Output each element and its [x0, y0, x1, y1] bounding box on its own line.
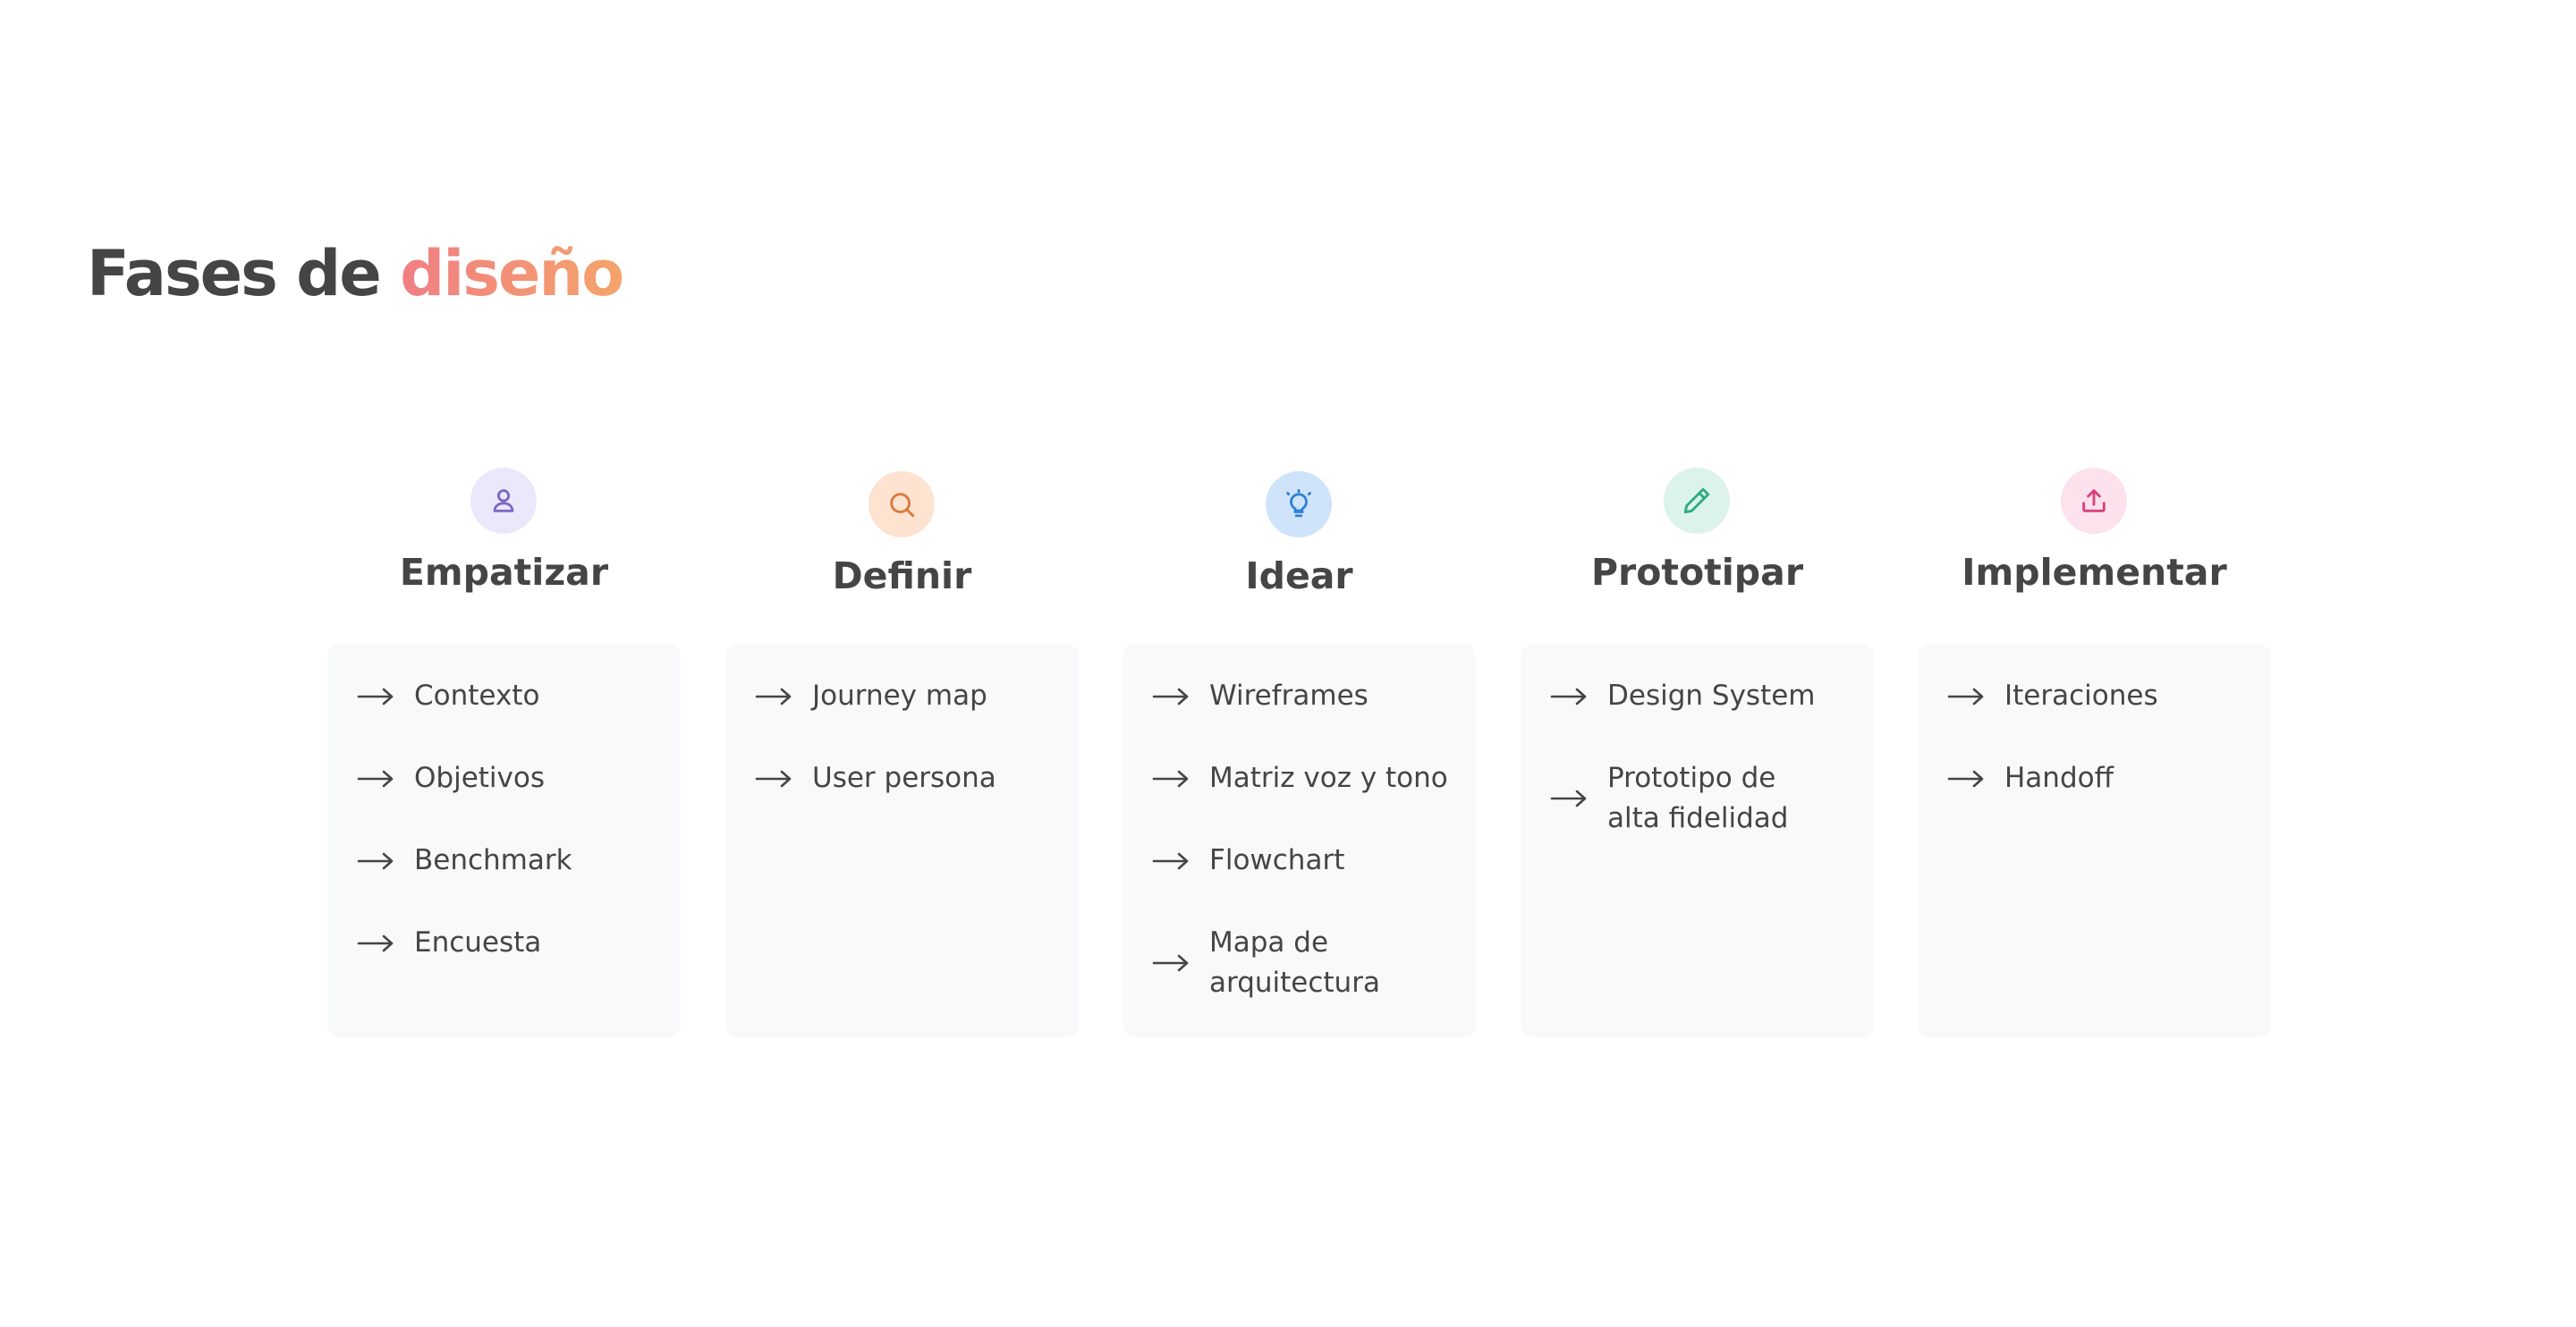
lightbulb-icon — [1266, 471, 1332, 537]
list-item: User persona — [725, 758, 1079, 799]
arrow-right-icon — [1947, 688, 1985, 706]
phase-list: Design System Prototipo de alta fidelida… — [1521, 676, 1874, 839]
phase-card: Wireframes Matriz voz y tono Flowchart M… — [1123, 644, 1476, 1037]
list-item-label: Matriz voz y tono — [1209, 762, 1448, 794]
phase-list: Journey map User persona — [725, 676, 1079, 799]
arrow-right-icon — [1947, 770, 1985, 788]
arrow-right-icon — [755, 688, 792, 706]
arrow-right-icon — [357, 688, 394, 706]
arrow-right-icon — [1550, 790, 1588, 807]
list-item-label: Objetivos — [414, 762, 545, 794]
arrow-right-icon — [1152, 954, 1190, 972]
user-icon — [470, 468, 537, 534]
list-item-label: Mapa de arquitectura — [1209, 926, 1380, 999]
phase-card: Journey map User persona — [725, 644, 1079, 1037]
phase-list: Wireframes Matriz voz y tono Flowchart M… — [1123, 676, 1476, 1003]
list-item-label: Contexto — [414, 680, 540, 712]
phase-title: Implementar — [1962, 551, 2227, 594]
list-item-label: Wireframes — [1209, 680, 1368, 712]
list-item: Encuesta — [327, 923, 681, 963]
list-item: Mapa de arquitectura — [1123, 923, 1476, 1003]
phase-title: Idear — [1245, 554, 1353, 597]
list-item: Design System — [1521, 676, 1874, 716]
list-item: Contexto — [327, 676, 681, 716]
arrow-right-icon — [357, 934, 394, 952]
pencil-icon — [1664, 468, 1730, 534]
list-item-label: Journey map — [812, 680, 987, 712]
arrow-right-icon — [1152, 852, 1190, 870]
arrow-right-icon — [1550, 688, 1588, 706]
arrow-right-icon — [357, 770, 394, 788]
list-item-label: Iteraciones — [2004, 680, 2158, 712]
phase-title: Empatizar — [399, 551, 609, 594]
list-item-label: Design System — [1607, 680, 1816, 712]
search-icon — [869, 471, 935, 537]
phase-title: Prototipar — [1590, 551, 1804, 594]
list-item-label: Encuesta — [414, 926, 542, 959]
arrow-right-icon — [357, 852, 394, 870]
arrow-right-icon — [755, 770, 792, 788]
list-item: Wireframes — [1123, 676, 1476, 716]
list-item-label: User persona — [812, 762, 996, 794]
list-item: Prototipo de alta fidelidad — [1521, 758, 1874, 839]
list-item-label: Prototipo de alta fidelidad — [1607, 762, 1789, 834]
upload-icon — [2061, 468, 2127, 534]
list-item: Flowchart — [1123, 841, 1476, 881]
phase-card: Contexto Objetivos Benchmark Encuesta — [327, 644, 681, 1037]
list-item: Handoff — [1918, 758, 2271, 799]
list-item-label: Flowchart — [1209, 844, 1345, 876]
phase-card: Design System Prototipo de alta fidelida… — [1521, 644, 1874, 1037]
list-item: Matriz voz y tono — [1123, 758, 1476, 799]
arrow-right-icon — [1152, 770, 1190, 788]
phase-card: Iteraciones Handoff — [1918, 644, 2271, 1037]
list-item: Iteraciones — [1918, 676, 2271, 716]
list-item: Journey map — [725, 676, 1079, 716]
phase-list: Iteraciones Handoff — [1918, 676, 2271, 799]
list-item: Benchmark — [327, 841, 681, 881]
arrow-right-icon — [1152, 688, 1190, 706]
list-item-label: Handoff — [2004, 762, 2114, 794]
phase-title: Definir — [832, 554, 972, 597]
phases-diagram: Empatizar Contexto Objetivos Benchmark E… — [0, 0, 2576, 1327]
list-item: Objetivos — [327, 758, 681, 799]
list-item-label: Benchmark — [414, 844, 572, 876]
phase-list: Contexto Objetivos Benchmark Encuesta — [327, 676, 681, 963]
